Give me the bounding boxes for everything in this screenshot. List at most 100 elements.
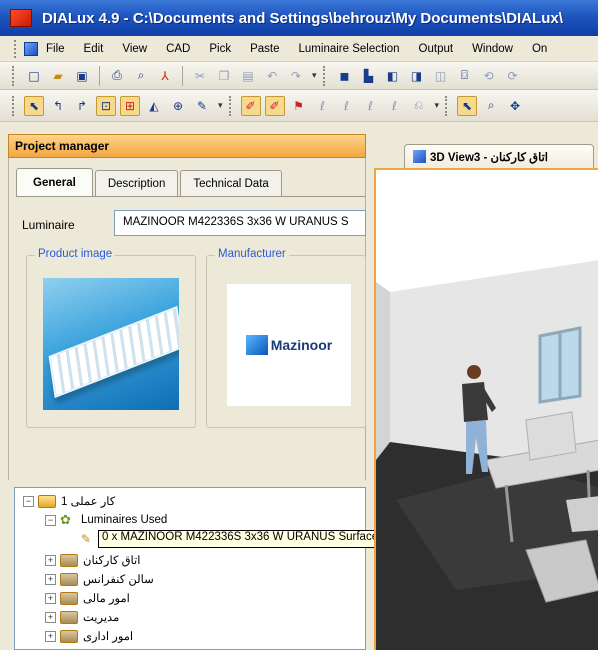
- menu-online[interactable]: On: [532, 43, 547, 55]
- tree-node-project[interactable]: − کار عملی 1: [23, 492, 115, 510]
- toolbar-grip[interactable]: [445, 95, 449, 116]
- toolbar-grip[interactable]: [228, 95, 233, 116]
- tab-technical-data[interactable]: Technical Data: [180, 170, 282, 196]
- toolbar-overflow-icon[interactable]: ▾: [435, 101, 440, 111]
- circle-arrangement-icon[interactable]: ℓ: [337, 96, 357, 116]
- undo-icon[interactable]: ↶: [262, 66, 282, 86]
- floor-plan-icon[interactable]: ▙: [359, 66, 379, 86]
- zoom-icon[interactable]: ⌕: [481, 96, 501, 116]
- tab-3d-view[interactable]: 3D Viewاتاق کارکنان - 3: [404, 144, 594, 168]
- tree-node-room-5[interactable]: + امور اداری: [45, 627, 133, 645]
- room-icon: [60, 629, 78, 643]
- raytrace-icon[interactable]: ⟲: [479, 66, 499, 86]
- tree-node-luminaires-used[interactable]: − ✿ Luminaires Used: [45, 511, 167, 529]
- project-manager-title: Project manager: [15, 139, 110, 153]
- redo-icon[interactable]: ↷: [286, 66, 306, 86]
- select-icon[interactable]: ⬉: [24, 95, 44, 116]
- menu-output[interactable]: Output: [419, 43, 454, 55]
- single-arrangement-icon[interactable]: ℓ: [361, 96, 381, 116]
- menu-window[interactable]: Window: [472, 43, 513, 55]
- product-image: [43, 278, 179, 410]
- tree-room-label: مدیریت: [83, 612, 120, 624]
- 3d-view-icon[interactable]: ◼: [335, 66, 355, 86]
- expand-icon[interactable]: +: [45, 630, 56, 642]
- free-arrangement-icon[interactable]: ℓ: [385, 96, 405, 116]
- louvre-luminaire-picture: [48, 305, 179, 399]
- manufacturer-label: Manufacturer: [215, 248, 289, 260]
- 3d-viewport[interactable]: [374, 168, 598, 650]
- open-folder-icon[interactable]: ▰: [48, 66, 68, 86]
- place-element-icon[interactable]: ⊡: [96, 95, 116, 116]
- tab-description[interactable]: Description: [94, 170, 179, 196]
- menu-view[interactable]: View: [122, 43, 147, 55]
- line-arrangement-icon[interactable]: ℓ: [313, 96, 333, 116]
- tree-node-room-3[interactable]: + امور مالی: [45, 589, 130, 607]
- print-icon[interactable]: ⎙: [107, 66, 127, 86]
- menu-file[interactable]: File: [46, 43, 65, 55]
- pan-icon[interactable]: ✥: [505, 96, 525, 116]
- paste-icon[interactable]: ▤: [238, 66, 258, 86]
- menu-bar: File Edit View CAD Pick Paste Luminaire …: [0, 36, 598, 62]
- manufacturer-group: Manufacturer Mazinoor: [206, 248, 366, 428]
- chair: [525, 411, 577, 461]
- move-icon[interactable]: ↱: [72, 96, 92, 116]
- menu-edit[interactable]: Edit: [84, 43, 104, 55]
- luminaire-field-icon[interactable]: ⚑: [289, 96, 309, 116]
- project-folder-icon: [38, 494, 56, 508]
- save-icon[interactable]: ▣: [72, 66, 92, 86]
- luminaire-name-field[interactable]: MAZINOOR M422336S 3x36 W URANUS S: [114, 210, 366, 236]
- distance-icon[interactable]: ⎌: [409, 96, 429, 116]
- manufacturer-logo: Mazinoor: [227, 284, 351, 406]
- menu-luminaire-selection[interactable]: Luminaire Selection: [299, 43, 400, 55]
- cut-icon[interactable]: ✂: [190, 66, 210, 86]
- project-manager-header: Project manager: [8, 134, 366, 158]
- pdf-icon[interactable]: ⅄: [155, 66, 175, 86]
- new-file-icon[interactable]: □: [24, 66, 44, 86]
- calc-point-icon[interactable]: ✐: [264, 95, 285, 116]
- tree-room-label: امور مالی: [83, 593, 130, 605]
- toolbar-separator: [99, 65, 100, 86]
- tree-room-label: سالن کنفرانس: [83, 574, 154, 586]
- render-icon[interactable]: ⌼: [455, 66, 475, 86]
- edit-polygon-icon[interactable]: ⊞: [120, 95, 140, 116]
- select-rotate-icon[interactable]: ↰: [48, 96, 68, 116]
- menu-pick[interactable]: Pick: [209, 43, 231, 55]
- expand-icon[interactable]: +: [45, 611, 56, 623]
- mirror-icon[interactable]: ◭: [144, 96, 164, 116]
- inspector-tabs: General Description Technical Data: [16, 168, 284, 196]
- menu-cad[interactable]: CAD: [166, 43, 190, 55]
- project-tree: − کار عملی 1 − ✿ Luminaires Used ✎ 0 x M…: [14, 487, 541, 650]
- luminaires-group-icon: ✿: [60, 512, 71, 527]
- menu-paste[interactable]: Paste: [250, 43, 279, 55]
- copy-icon[interactable]: ❐: [214, 66, 234, 86]
- toolbar-grip[interactable]: [322, 65, 327, 86]
- tree-node-room-2[interactable]: + سالن کنفرانس: [45, 570, 154, 588]
- toolbar-overflow-icon[interactable]: ▾: [312, 71, 317, 81]
- toolbar-grip[interactable]: [12, 95, 16, 116]
- pointer-icon[interactable]: ⬉: [457, 95, 478, 116]
- wireframe-icon[interactable]: ◫: [431, 66, 451, 86]
- expand-icon[interactable]: +: [45, 554, 56, 566]
- tree-room-label: اتاق کارکنان: [83, 555, 141, 567]
- expand-icon[interactable]: +: [45, 592, 56, 604]
- rotate-icon[interactable]: ⟳: [503, 66, 523, 86]
- print-preview-icon[interactable]: ⌕: [131, 66, 151, 86]
- arrange-icon[interactable]: ⊕: [168, 96, 188, 116]
- toolbar-grip[interactable]: [12, 65, 16, 86]
- expand-icon[interactable]: +: [45, 573, 56, 585]
- tab-general[interactable]: General: [16, 168, 93, 196]
- tab-panel-border: [16, 196, 366, 197]
- toolbar-overflow-icon[interactable]: ▾: [218, 101, 223, 111]
- tree-node-room-4[interactable]: + مدیریت: [45, 608, 119, 626]
- cube-icon: [24, 41, 38, 56]
- collapse-icon[interactable]: −: [23, 495, 34, 507]
- standard-toolbar: □ ▰ ▣ ⎙ ⌕ ⅄ ✂ ❐ ▤ ↶ ↷ ▾ ◼ ▙ ◧ ◨ ◫ ⌼ ⟲ ⟳: [0, 62, 598, 90]
- light-scene-icon[interactable]: ✐: [240, 95, 261, 116]
- collapse-icon[interactable]: −: [45, 514, 56, 526]
- menu-grip[interactable]: [14, 39, 18, 58]
- tree-node-room-1[interactable]: + اتاق کارکنان: [45, 551, 140, 569]
- measure-icon[interactable]: ✎: [192, 96, 212, 116]
- tree-room-label: امور اداری: [83, 631, 134, 643]
- side-view-icon[interactable]: ◧: [383, 66, 403, 86]
- front-view-icon[interactable]: ◨: [407, 66, 427, 86]
